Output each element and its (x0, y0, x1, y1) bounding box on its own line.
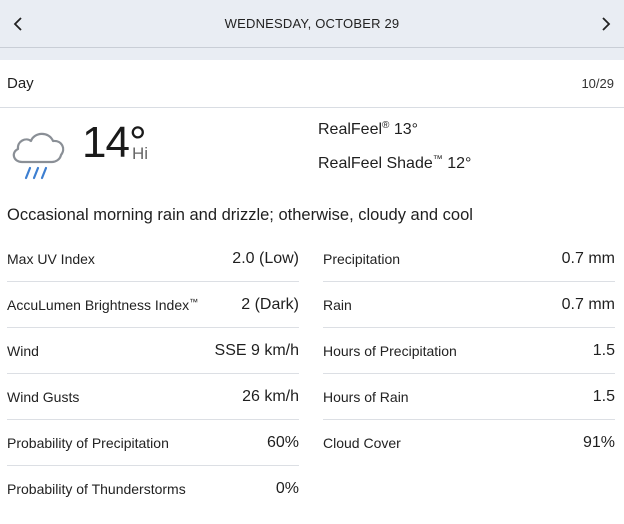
chevron-right-icon (602, 17, 611, 31)
realfeel-shade-mark: ™ (432, 154, 443, 165)
realfeel-label: RealFeel (318, 121, 383, 138)
day-label: Day (7, 75, 34, 92)
detail-value: 0.7 mm (561, 249, 615, 267)
header-spacer (0, 48, 624, 60)
date-navigation-bar: WEDNESDAY, OCTOBER 29 (0, 0, 624, 48)
detail-value: 1.5 (592, 387, 615, 405)
trademark-mark: ™ (189, 296, 199, 307)
detail-label: Wind Gusts (7, 388, 80, 405)
next-day-button[interactable] (588, 0, 624, 48)
realfeel-shade: RealFeel Shade™ 12° (318, 154, 471, 173)
current-conditions: 14° Hi RealFeel® 13° RealFeel Shade™ 12° (0, 108, 624, 196)
detail-row-precip-probability: Probability of Precipitation 60% (7, 420, 299, 466)
previous-day-button[interactable] (0, 0, 36, 48)
realfeel-shade-value: 12° (442, 155, 472, 172)
detail-value: 2.0 (Low) (232, 249, 299, 267)
detail-value: 26 km/h (242, 387, 299, 405)
details-left-column: Max UV Index 2.0 (Low) AccuLumen Brightn… (7, 236, 299, 512)
detail-row-acculumen: AccuLumen Brightness Index™ 2 (Dark) (7, 282, 299, 328)
detail-label: Hours of Rain (323, 388, 409, 405)
detail-value: 0% (275, 480, 299, 497)
detail-label: Hours of Precipitation (323, 342, 457, 359)
detail-label: Cloud Cover (323, 435, 401, 451)
detail-label: AccuLumen Brightness Index™ (7, 297, 198, 313)
weather-phrase: Occasional morning rain and drizzle; oth… (7, 206, 473, 224)
detail-label: Wind (7, 342, 39, 359)
detail-label-text: AccuLumen Brightness Index (7, 296, 190, 313)
detail-row-cloud-cover: Cloud Cover 91% (323, 420, 615, 466)
detail-row-precipitation: Precipitation 0.7 mm (323, 236, 615, 282)
detail-label: Probability of Thunderstorms (7, 481, 186, 497)
detail-row-wind: Wind SSE 9 km/h (7, 328, 299, 374)
detail-row-hours-rain: Hours of Rain 1.5 (323, 374, 615, 420)
detail-value: SSE 9 km/h (214, 341, 299, 359)
realfeel-value: 13° (389, 121, 419, 138)
detail-value: 91% (582, 434, 615, 451)
chevron-left-icon (13, 17, 22, 31)
details-right-column: Precipitation 0.7 mm Rain 0.7 mm Hours o… (323, 236, 615, 466)
detail-row-rain: Rain 0.7 mm (323, 282, 615, 328)
realfeel-shade-label: RealFeel Shade (318, 155, 433, 172)
detail-row-wind-gusts: Wind Gusts 26 km/h (7, 374, 299, 420)
realfeel: RealFeel® 13° (318, 120, 418, 139)
detail-value: 1.5 (592, 341, 615, 359)
detail-label: Max UV Index (7, 250, 95, 267)
detail-label: Probability of Precipitation (7, 434, 169, 451)
detail-row-max-uv: Max UV Index 2.0 (Low) (7, 236, 299, 282)
short-date: 10/29 (581, 76, 614, 91)
detail-label: Precipitation (323, 250, 401, 267)
detail-value: 60% (266, 433, 299, 451)
detail-row-hours-precipitation: Hours of Precipitation 1.5 (323, 328, 615, 374)
detail-value: 2 (Dark) (241, 295, 299, 313)
detail-label: Rain (323, 296, 352, 313)
selected-date: WEDNESDAY, OCTOBER 29 (224, 16, 400, 31)
detail-value: 0.7 mm (561, 295, 615, 313)
cloud-rain-icon (12, 132, 65, 180)
hi-label: Hi (132, 144, 149, 163)
detail-row-thunderstorm-probability: Probability of Thunderstorms 0% (7, 466, 299, 512)
day-section-header: Day 10/29 (0, 60, 624, 108)
